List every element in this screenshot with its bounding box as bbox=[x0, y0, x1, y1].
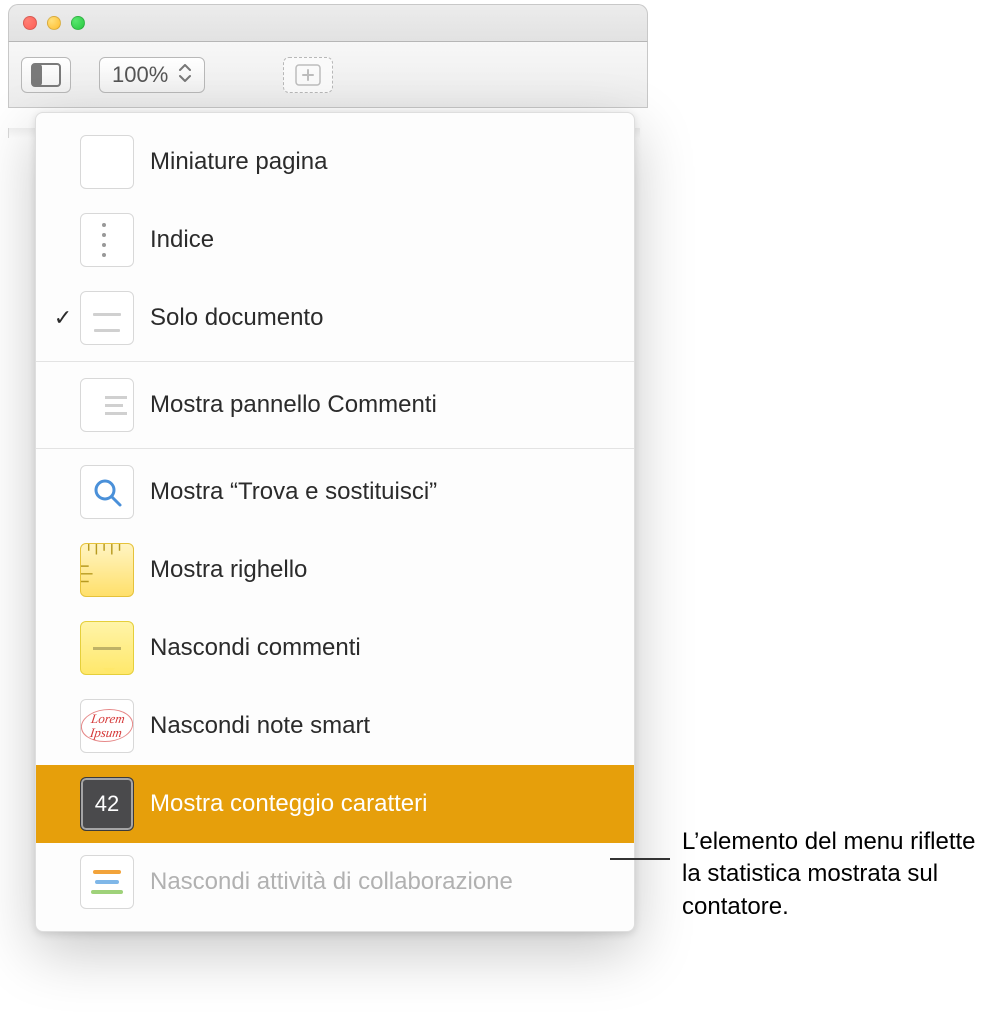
close-window-button[interactable] bbox=[23, 16, 37, 30]
toolbar: 100% bbox=[8, 42, 648, 108]
checkmark-icon: ✓ bbox=[50, 305, 76, 331]
menu-separator bbox=[36, 448, 634, 449]
window-titlebar bbox=[8, 4, 648, 42]
menu-item-hide-collaboration-activity: Nascondi attività di collaborazione bbox=[36, 843, 634, 921]
menu-item-show-character-count[interactable]: 42 Mostra conteggio caratteri bbox=[36, 765, 634, 843]
callout-text: L’elemento del menu riflette la statisti… bbox=[682, 826, 982, 923]
menu-item-label: Mostra “Trova e sostituisci” bbox=[150, 478, 437, 506]
add-page-icon bbox=[295, 64, 321, 86]
sidebar-view-icon bbox=[31, 63, 61, 87]
zoom-window-button[interactable] bbox=[71, 16, 85, 30]
document-only-icon bbox=[80, 291, 134, 345]
callout-leader-line bbox=[610, 858, 670, 860]
menu-item-label: Miniature pagina bbox=[150, 148, 327, 176]
menu-item-label: Nascondi commenti bbox=[150, 634, 361, 662]
menu-item-label: Nascondi note smart bbox=[150, 712, 370, 740]
menu-item-show-find-replace[interactable]: Mostra “Trova e sostituisci” bbox=[36, 453, 634, 531]
view-menu: Miniature pagina Indice ✓ Solo documento… bbox=[35, 112, 635, 932]
sticky-note-icon bbox=[80, 621, 134, 675]
menu-item-hide-smart-annotations[interactable]: Lorem Ipsum Nascondi note smart bbox=[36, 687, 634, 765]
menu-item-label: Nascondi attività di collaborazione bbox=[150, 868, 513, 896]
view-menu-button[interactable] bbox=[21, 57, 71, 93]
menu-item-label: Solo documento bbox=[150, 304, 323, 332]
chevron-down-icon bbox=[178, 64, 192, 85]
table-of-contents-icon bbox=[80, 213, 134, 267]
character-count-icon: 42 bbox=[80, 777, 134, 831]
menu-item-table-of-contents[interactable]: Indice bbox=[36, 201, 634, 279]
menu-item-show-comments-pane[interactable]: Mostra pannello Commenti bbox=[36, 366, 634, 444]
zoom-value: 100% bbox=[112, 62, 168, 88]
menu-item-document-only[interactable]: ✓ Solo documento bbox=[36, 279, 634, 357]
page-thumbnails-icon bbox=[80, 135, 134, 189]
comments-pane-icon bbox=[80, 378, 134, 432]
minimize-window-button[interactable] bbox=[47, 16, 61, 30]
menu-item-label: Mostra conteggio caratteri bbox=[150, 790, 427, 818]
menu-item-page-thumbnails[interactable]: Miniature pagina bbox=[36, 123, 634, 201]
zoom-select[interactable]: 100% bbox=[99, 57, 205, 93]
menu-item-label: Mostra pannello Commenti bbox=[150, 391, 437, 419]
menu-item-label: Mostra righello bbox=[150, 556, 307, 584]
menu-item-hide-comments[interactable]: Nascondi commenti bbox=[36, 609, 634, 687]
menu-item-show-ruler[interactable]: Mostra righello bbox=[36, 531, 634, 609]
add-page-button[interactable] bbox=[283, 57, 333, 93]
smart-annotations-icon: Lorem Ipsum bbox=[80, 699, 134, 753]
ruler-icon bbox=[80, 543, 134, 597]
search-icon bbox=[80, 465, 134, 519]
collaboration-activity-icon bbox=[80, 855, 134, 909]
menu-item-label: Indice bbox=[150, 226, 214, 254]
menu-separator bbox=[36, 361, 634, 362]
